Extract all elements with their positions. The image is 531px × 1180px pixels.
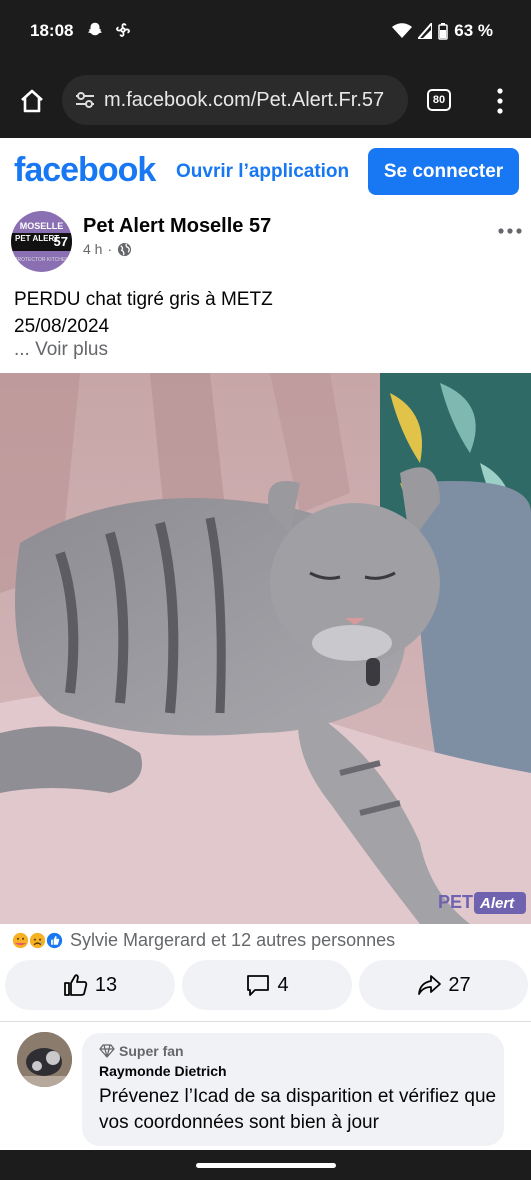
diamond-icon [99,1044,115,1058]
battery-level: 63 % [454,21,493,40]
share-count: 27 [448,973,471,996]
super-fan-label: Super fan [119,1043,184,1059]
like-count: 13 [94,973,118,996]
comment-button[interactable]: 4 [182,960,352,1010]
tab-switcher-button[interactable]: 80 [427,89,451,111]
menu-icon[interactable] [492,86,508,116]
thumbs-up-icon [63,974,88,996]
address-bar[interactable]: m.facebook.com/Pet.Alert.Fr.57 [62,75,408,125]
status-time: 18:08 [30,21,74,40]
avatar-text-brand: PET ALERT [15,234,60,243]
battery-icon [438,22,448,40]
see-more-link[interactable]: ... Voir plus [14,339,108,361]
like-button[interactable]: 13 [5,960,175,1010]
status-bar: 18:08 63 % [0,0,531,62]
page-avatar[interactable]: MOSELLE PET ALERT 57 PROTECTOR KITCHEN [11,211,72,272]
meta-separator: · [107,241,113,257]
comment-author[interactable]: Raymonde Dietrich [99,1063,227,1079]
avatar-text-number: 57 [53,234,68,249]
like-reaction-icon [45,931,64,950]
share-button[interactable]: 27 [359,960,528,1010]
open-app-link[interactable]: Ouvrir l’application [176,161,349,183]
snapchat-icon [87,22,103,36]
reactions-text: Sylvie Margerard et 12 autres personnes [70,930,396,950]
login-button[interactable]: Se connecter [368,148,519,195]
url-text: m.facebook.com/Pet.Alert.Fr.57 [104,88,385,111]
share-icon [418,975,442,995]
comment-text: Prévenez l’Icad de sa disparition et vér… [99,1086,497,1133]
post-text-line: PERDU chat tigré gris à METZ [14,289,273,310]
post-text-line: 25/08/2024 [14,316,110,337]
watermark-alert: Alert [479,895,515,912]
avatar-text-top: MOSELLE [19,221,64,231]
browser-toolbar: m.facebook.com/Pet.Alert.Fr.57 80 [0,62,531,138]
comment-icon [247,975,270,996]
super-fan-badge: Super fan [99,1043,184,1059]
watermark-pet: PET [438,892,473,912]
signal-icon [418,23,433,39]
post-photo[interactable]: PET Alert [0,373,531,924]
commenter-avatar[interactable] [17,1032,72,1087]
comment-count: 4 [277,973,289,996]
fan-icon [116,23,130,37]
globe-icon [118,242,132,256]
facebook-logo[interactable]: facebook [14,151,156,190]
home-gesture-handle[interactable] [196,1163,336,1168]
wifi-icon [392,23,413,38]
site-settings-icon[interactable] [74,89,96,111]
navigation-bar [0,1150,531,1180]
post-text: PERDU chat tigré gris à METZ 25/08/2024 [14,286,273,340]
reactions-summary[interactable]: Sylvie Margerard et 12 autres personnes [11,930,395,951]
divider [0,1021,531,1022]
more-options-icon[interactable] [498,228,522,234]
status-right: 63 % [392,21,493,41]
avatar-text-bottom: PROTECTOR KITCHEN [14,257,69,263]
post-time[interactable]: 4 h [83,241,102,257]
page-name[interactable]: Pet Alert Moselle 57 [83,215,271,238]
home-icon[interactable] [18,87,46,115]
post-meta: 4 h · [83,241,132,257]
